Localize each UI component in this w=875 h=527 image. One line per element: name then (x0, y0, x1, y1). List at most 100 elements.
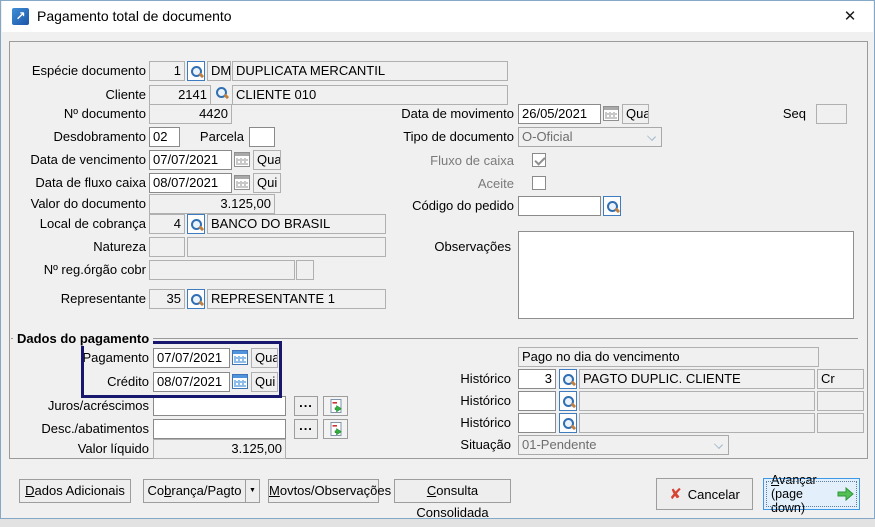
seq-field[interactable] (816, 104, 847, 124)
search-icon (562, 373, 575, 386)
calendar-icon[interactable] (234, 175, 250, 190)
historico2-cr-field (817, 391, 864, 411)
local-cobranca-label: Local de cobrança (39, 216, 146, 231)
codigo-pedido-field[interactable] (518, 196, 601, 216)
cliente-code-field[interactable]: 2141 (149, 85, 211, 105)
historico1-code-field[interactable]: 3 (518, 369, 556, 389)
data-vencimento-field[interactable]: 07/07/2021 (149, 150, 232, 170)
data-movimento-field[interactable]: 26/05/2021 (518, 104, 601, 124)
search-icon (562, 395, 575, 408)
observacoes-textarea[interactable] (518, 231, 854, 319)
especie-label: Espécie documento (31, 63, 146, 78)
reg-orgao-cobr-label: Nº reg.órgão cobr (43, 262, 146, 277)
historico2-desc-field (579, 391, 815, 411)
historico1-search-button[interactable] (559, 369, 577, 389)
data-vencimento-dow: Qua (253, 150, 281, 170)
especie-code-field[interactable]: 1 (149, 61, 185, 81)
dropdown-arrow-icon[interactable]: ▼ (245, 480, 259, 502)
cancelar-label: Cancelar (687, 486, 740, 502)
juros-field[interactable] (153, 396, 286, 416)
dialog-window: ↗ Pagamento total de documento ✕ Espécie… (0, 0, 875, 520)
parcela-field[interactable] (249, 127, 275, 147)
num-documento-field[interactable]: 4420 (149, 104, 232, 124)
valor-documento-label: Valor do documento (30, 196, 146, 211)
pago-info-field: Pago no dia do vencimento (518, 347, 819, 367)
cancelar-button[interactable]: ✘ Cancelar (656, 478, 753, 510)
fluxo-caixa-checkbox[interactable] (532, 153, 546, 167)
data-fluxo-caixa-field[interactable]: 08/07/2021 (149, 173, 232, 193)
codigo-pedido-label: Código do pedido (412, 198, 514, 213)
codigo-pedido-search-button[interactable] (603, 196, 621, 216)
valor-documento-field: 3.125,00 (149, 194, 275, 214)
consulta-consolidada-button[interactable]: Consulta Consolidada (394, 479, 511, 520)
chevron-down-icon (647, 132, 656, 141)
especie-search-button[interactable] (187, 61, 205, 81)
historico1-label: Histórico (460, 371, 511, 386)
movtos-observacoes-button[interactable]: Movtos/Observações (268, 479, 391, 503)
search-icon (562, 417, 575, 430)
reg-orgao-cobr-field[interactable] (149, 260, 295, 280)
desdobramento-label: Desdobramento (53, 129, 147, 144)
natureza-label: Natureza (93, 239, 146, 254)
avancar-label: Avançar (page down) (771, 473, 817, 515)
data-vencimento-label: Data de vencimento (30, 152, 146, 167)
num-documento-label: Nº documento (63, 106, 146, 121)
natureza-code-field[interactable] (149, 237, 185, 257)
seq-label: Seq (782, 106, 806, 121)
data-movimento-dow: Qua (622, 104, 649, 124)
descontos-label: Desc./abatimentos (41, 421, 149, 436)
group-legend: Dados do pagamento (13, 331, 154, 346)
search-icon (190, 293, 203, 306)
representante-desc-field: REPRESENTANTE 1 (207, 289, 386, 309)
cliente-desc-field: CLIENTE 010 (232, 85, 508, 105)
historico3-search-button[interactable] (559, 413, 577, 433)
fluxo-caixa-label: Fluxo de caixa (430, 153, 514, 168)
juros-calc-button[interactable] (323, 396, 348, 416)
payment-dates-highlight (81, 341, 282, 398)
historico3-code-field[interactable] (518, 413, 556, 433)
juros-label: Juros/acréscimos (47, 398, 149, 413)
descontos-field[interactable] (153, 419, 286, 439)
local-cobranca-search-button[interactable] (187, 214, 205, 234)
situacao-select[interactable]: 01-Pendente (518, 435, 729, 455)
dados-adicionais-button[interactable]: Dados Adicionais (19, 479, 131, 503)
descontos-more-button[interactable]: ... (294, 419, 318, 439)
sheet-icon (330, 399, 342, 413)
search-icon (215, 86, 228, 99)
search-icon (190, 65, 203, 78)
avancar-button[interactable]: Avançar (page down) (763, 473, 860, 515)
data-fluxo-caixa-label: Data de fluxo caixa (35, 175, 146, 190)
cliente-search-icon[interactable] (215, 86, 231, 102)
aceite-checkbox[interactable] (532, 176, 546, 190)
close-icon[interactable]: ✕ (837, 6, 863, 27)
situacao-label: Situação (460, 437, 511, 452)
cobranca-pagto-button[interactable]: Cobrança/Pagto ▼ (143, 479, 260, 503)
tipo-documento-value: O-Oficial (522, 129, 573, 144)
representante-search-button[interactable] (187, 289, 205, 309)
descontos-calc-button[interactable] (323, 419, 348, 439)
data-fluxo-caixa-dow: Qui (253, 173, 281, 193)
historico2-code-field[interactable] (518, 391, 556, 411)
historico2-search-button[interactable] (559, 391, 577, 411)
observacoes-label: Observações (434, 239, 511, 254)
app-icon: ↗ (12, 8, 29, 25)
tipo-documento-select[interactable]: O-Oficial (518, 127, 662, 147)
local-cobranca-desc-field: BANCO DO BRASIL (207, 214, 386, 234)
juros-more-button[interactable]: ... (294, 396, 318, 416)
forward-arrow-icon (837, 486, 854, 502)
local-cobranca-code-field[interactable]: 4 (149, 214, 185, 234)
historico3-label: Histórico (460, 415, 511, 430)
tipo-documento-label: Tipo de documento (403, 129, 514, 144)
data-movimento-label: Data de movimento (401, 106, 514, 121)
situacao-value: 01-Pendente (522, 437, 597, 452)
calendar-icon[interactable] (603, 106, 619, 121)
reg-orgao-cobr-extra-field (296, 260, 314, 280)
representante-label: Representante (60, 291, 146, 306)
desdobramento-field[interactable]: 02 (149, 127, 180, 147)
search-icon (606, 200, 619, 213)
representante-code-field[interactable]: 35 (149, 289, 185, 309)
calendar-icon[interactable] (234, 152, 250, 167)
sheet-icon (330, 422, 342, 436)
especie-desc-field: DUPLICATA MERCANTIL (232, 61, 508, 81)
historico2-label: Histórico (460, 393, 511, 408)
